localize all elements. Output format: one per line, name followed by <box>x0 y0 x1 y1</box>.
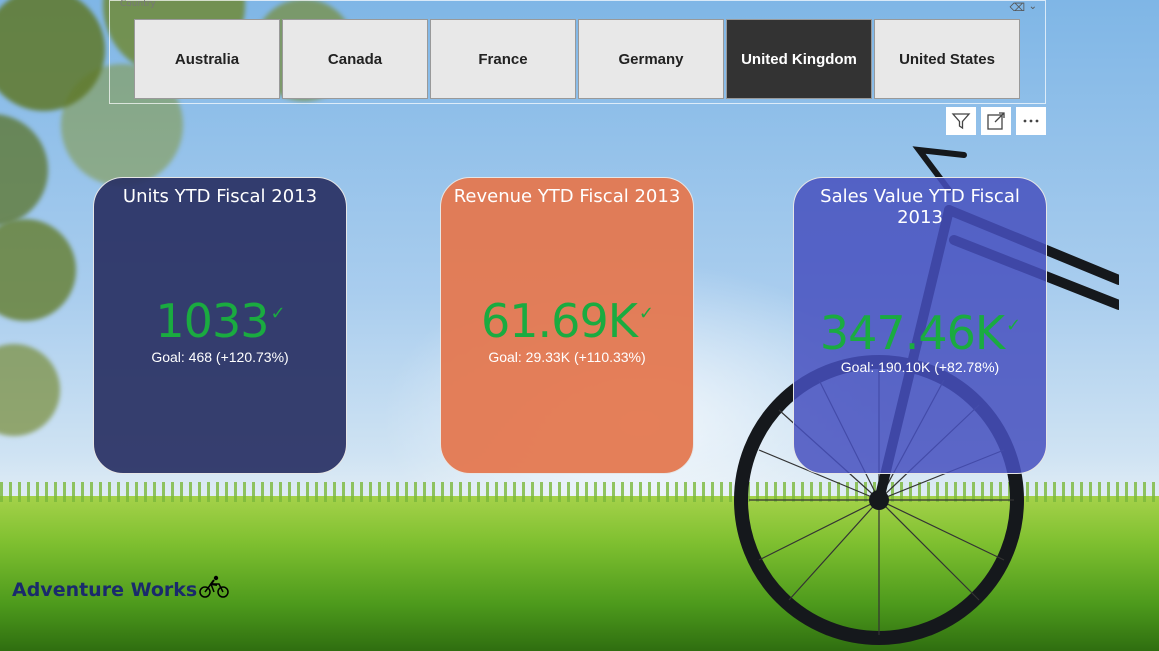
kpi-value-wrap: 61.69K ✓ <box>441 294 693 348</box>
kpi-title: Revenue YTD Fiscal 2013 <box>453 186 681 207</box>
country-slicer: Country ⌫ ⌄ Australia Canada France Germ… <box>109 0 1046 104</box>
kpi-card-units[interactable]: Units YTD Fiscal 2013 1033 ✓ Goal: 468 (+… <box>93 177 347 474</box>
kpi-value-wrap: 347.46K ✓ <box>794 306 1046 360</box>
cyclist-icon <box>199 575 229 604</box>
clear-selections-icon[interactable]: ⌫ <box>1009 1 1025 14</box>
kpi-value: 347.46K <box>819 306 1005 360</box>
visual-header <box>946 107 1046 135</box>
kpi-goal: Goal: 29.33K (+110.33%) <box>488 349 646 365</box>
slicer-options: Australia Canada France Germany United K… <box>134 19 1020 99</box>
kpi-title: Units YTD Fiscal 2013 <box>122 186 318 207</box>
slicer-option-australia[interactable]: Australia <box>134 19 280 99</box>
kpi-goal: Goal: 468 (+120.73%) <box>151 349 289 365</box>
slicer-option-united-states[interactable]: United States <box>874 19 1020 99</box>
tree-foliage <box>0 150 80 450</box>
focus-mode-icon[interactable] <box>981 107 1011 135</box>
chevron-down-icon[interactable]: ⌄ <box>1029 1 1037 12</box>
slicer-option-france[interactable]: France <box>430 19 576 99</box>
slicer-title: Country <box>120 0 156 9</box>
slicer-option-united-kingdom[interactable]: United Kingdom <box>726 19 872 99</box>
kpi-card-sales-value[interactable]: Sales Value YTD Fiscal 2013 347.46K ✓ Goa… <box>793 177 1047 474</box>
slicer-option-canada[interactable]: Canada <box>282 19 428 99</box>
kpi-value: 1033 <box>155 294 269 348</box>
checkmark-icon: ✓ <box>270 303 285 324</box>
slicer-option-germany[interactable]: Germany <box>578 19 724 99</box>
kpi-card-revenue[interactable]: Revenue YTD Fiscal 2013 61.69K ✓ Goal: 29… <box>440 177 694 474</box>
kpi-title: Sales Value YTD Fiscal 2013 <box>820 186 1020 228</box>
filter-icon[interactable] <box>946 107 976 135</box>
kpi-value-wrap: 1033 ✓ <box>94 294 346 348</box>
checkmark-icon: ✓ <box>638 303 654 324</box>
brand-logo: Adventure Works <box>12 575 229 604</box>
more-options-icon[interactable] <box>1016 107 1046 135</box>
brand-name: Adventure Works <box>12 578 198 601</box>
kpi-goal: Goal: 190.10K (+82.78%) <box>840 359 1000 375</box>
checkmark-icon: ✓ <box>1006 315 1021 336</box>
kpi-value: 61.69K <box>481 294 638 348</box>
